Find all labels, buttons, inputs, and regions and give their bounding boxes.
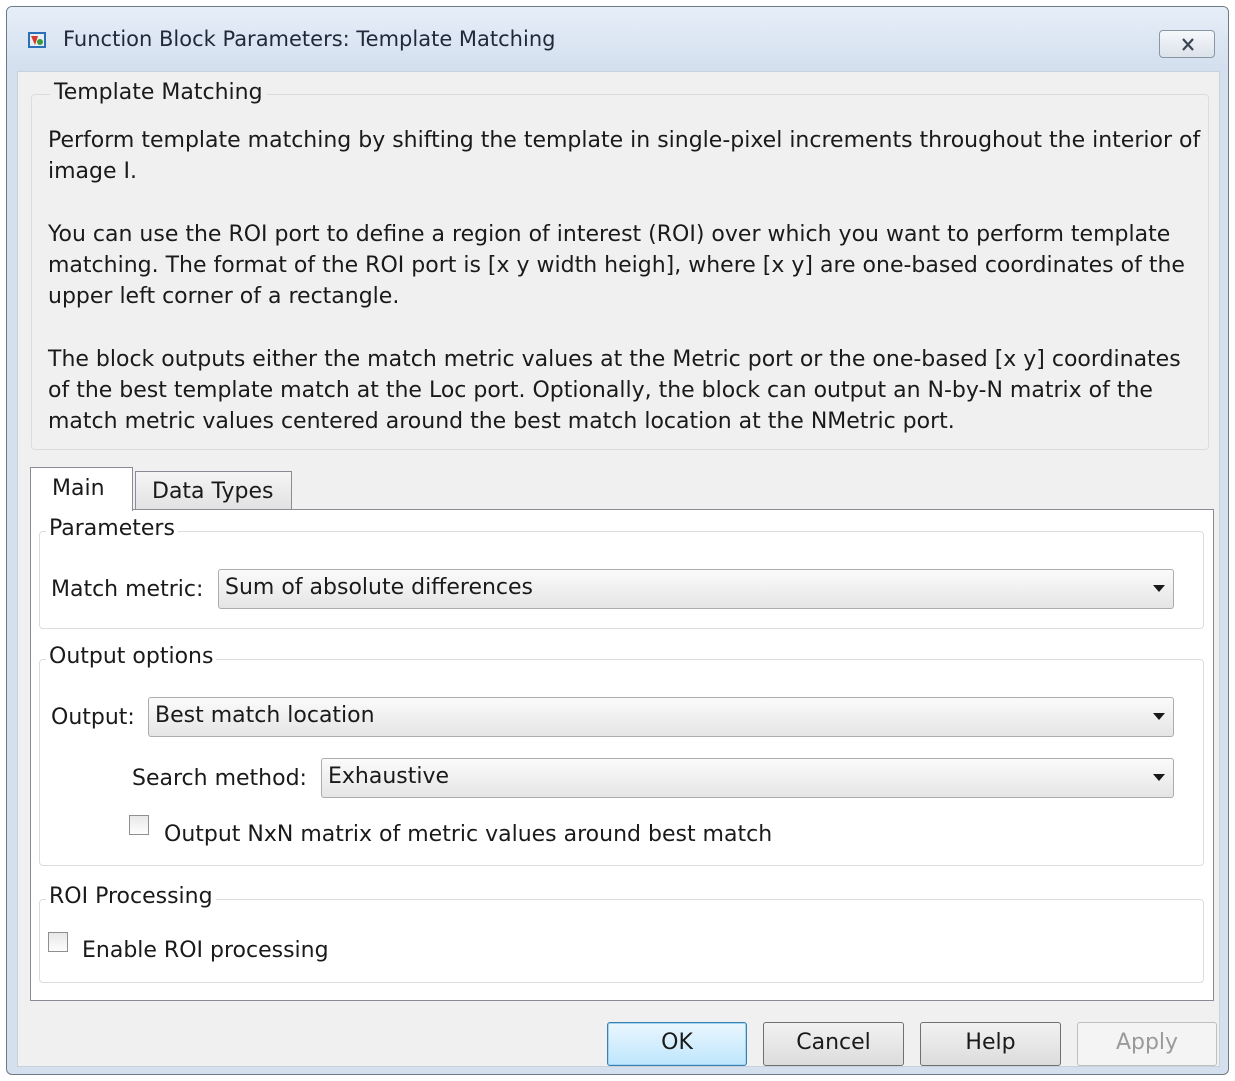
output-select[interactable]: Best match location (148, 697, 1174, 737)
match-metric-select[interactable]: Sum of absolute differences (218, 569, 1174, 609)
output-label: Output: (51, 705, 135, 730)
enable-roi-checkbox[interactable] (48, 932, 68, 952)
dialog-client-area: Template Matching Perform template match… (17, 71, 1220, 1067)
enable-roi-checkbox-label[interactable]: Enable ROI processing (82, 938, 329, 963)
parameters-group-title: Parameters (46, 516, 178, 541)
output-nxn-checkbox-label[interactable]: Output NxN matrix of metric values aroun… (164, 822, 772, 847)
output-value: Best match location (155, 703, 375, 728)
tab-panel-main: Parameters Match metric: Sum of absolute… (30, 509, 1214, 1001)
chevron-down-icon (1153, 585, 1165, 592)
search-method-value: Exhaustive (328, 764, 450, 789)
tab-main[interactable]: Main (30, 467, 133, 511)
simulink-app-icon (27, 30, 47, 50)
description-paragraph-2: You can use the ROI port to define a reg… (48, 222, 1185, 309)
description-paragraph-1: Perform template matching by shifting th… (48, 128, 1201, 184)
title-bar[interactable]: Function Block Parameters: Template Matc… (7, 7, 1228, 71)
ok-button[interactable]: OK (607, 1022, 747, 1066)
tab-data-types-label: Data Types (152, 479, 274, 504)
description-group-title: Template Matching (50, 80, 267, 105)
help-button[interactable]: Help (920, 1022, 1061, 1066)
close-button[interactable] (1159, 30, 1215, 58)
match-metric-label: Match metric: (51, 577, 204, 602)
tab-main-label: Main (52, 476, 105, 501)
search-method-label: Search method: (132, 766, 307, 791)
output-options-group-title: Output options (46, 644, 217, 669)
chevron-down-icon (1153, 774, 1165, 781)
output-nxn-checkbox[interactable] (129, 815, 149, 835)
cancel-button[interactable]: Cancel (763, 1022, 904, 1066)
roi-processing-group-title: ROI Processing (46, 884, 216, 909)
tab-data-types[interactable]: Data Types (135, 471, 292, 509)
dialog-window: Function Block Parameters: Template Matc… (6, 6, 1229, 1075)
search-method-select[interactable]: Exhaustive (321, 758, 1174, 798)
apply-button[interactable]: Apply (1077, 1022, 1217, 1066)
description-paragraph-3: The block outputs either the match metri… (48, 347, 1181, 434)
window-title: Function Block Parameters: Template Matc… (63, 27, 556, 51)
match-metric-value: Sum of absolute differences (225, 575, 534, 600)
chevron-down-icon (1153, 713, 1165, 720)
close-icon (1182, 38, 1194, 51)
